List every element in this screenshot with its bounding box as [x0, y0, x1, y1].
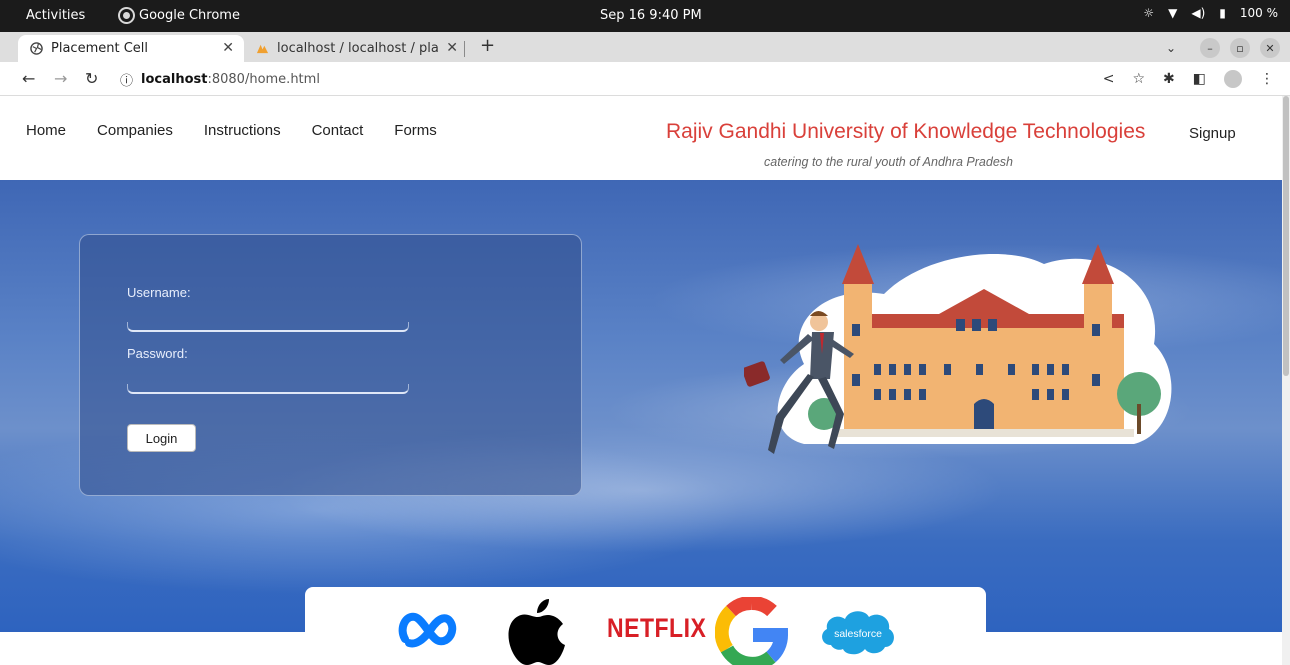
- login-button[interactable]: Login: [127, 424, 196, 452]
- battery-level: 100 %: [1239, 6, 1278, 20]
- username-label: Username:: [127, 285, 191, 300]
- tab-placement-cell[interactable]: Placement Cell ✕: [18, 35, 244, 62]
- tab-search-icon[interactable]: ⌄: [1166, 41, 1176, 55]
- meta-logo: [398, 612, 457, 648]
- restore-button[interactable]: ▫: [1230, 38, 1250, 58]
- forward-arrow-icon[interactable]: →: [54, 69, 67, 88]
- close-tab-icon[interactable]: ✕: [222, 40, 234, 56]
- signup-link[interactable]: Signup: [1189, 125, 1236, 142]
- page-scrollbar[interactable]: [1282, 96, 1290, 665]
- url-field[interactable]: ⓘ localhost:8080/home.html: [120, 70, 320, 89]
- nav-contact[interactable]: Contact: [312, 122, 364, 139]
- tab-strip: Placement Cell ✕ localhost / localhost /…: [0, 32, 1290, 62]
- close-window-button[interactable]: ✕: [1260, 38, 1280, 58]
- extensions-icon[interactable]: ✱: [1163, 71, 1175, 87]
- activities-button[interactable]: Activities: [26, 8, 85, 23]
- google-logo: [715, 597, 789, 665]
- sidepanel-icon[interactable]: ◧: [1193, 71, 1206, 87]
- globe-icon: [30, 42, 43, 55]
- apple-logo: [508, 599, 565, 665]
- password-label: Password:: [127, 346, 188, 361]
- tab-separator: [464, 41, 465, 57]
- right-tower: [1084, 284, 1112, 434]
- volume-icon: ◀): [1191, 6, 1206, 20]
- chrome-icon: [120, 9, 133, 22]
- tab-title: localhost / localhost / pla: [277, 41, 439, 56]
- app-menu[interactable]: Google Chrome: [120, 8, 240, 23]
- nav-home[interactable]: Home: [26, 122, 66, 139]
- tab-phpmyadmin[interactable]: localhost / localhost / pla ✕: [248, 35, 468, 62]
- minimize-button[interactable]: –: [1200, 38, 1220, 58]
- left-tower: [844, 284, 872, 434]
- window-controls: ⌄ – ▫ ✕: [1166, 38, 1280, 58]
- star-icon[interactable]: ☆: [1132, 71, 1145, 87]
- url-host: localhost: [141, 72, 208, 87]
- password-input[interactable]: [127, 384, 409, 394]
- clock[interactable]: Sep 16 9:40 PM: [600, 8, 702, 23]
- login-card: Username: Password: Login: [79, 234, 582, 496]
- nav-forms[interactable]: Forms: [394, 122, 437, 139]
- hero-section: Username: Password: Login: [0, 180, 1282, 632]
- entrance-door: [974, 399, 994, 429]
- tab-title: Placement Cell: [51, 41, 148, 56]
- share-icon[interactable]: <: [1103, 71, 1115, 87]
- tagline: catering to the rural youth of Andhra Pr…: [764, 155, 1013, 169]
- nav-companies[interactable]: Companies: [97, 122, 173, 139]
- phpmyadmin-icon: [256, 44, 269, 54]
- netflix-logo: NETFLIX: [607, 612, 707, 643]
- nav-instructions[interactable]: Instructions: [204, 122, 281, 139]
- toolbar-icons: < ☆ ✱ ◧ ⋮: [1103, 70, 1274, 88]
- os-top-bar: Activities Google Chrome Sep 16 9:40 PM …: [0, 0, 1290, 32]
- url-path: :8080/home.html: [207, 72, 320, 87]
- app-name: Google Chrome: [139, 8, 240, 23]
- profile-icon[interactable]: [1224, 70, 1242, 88]
- wifi-icon: ▼: [1168, 6, 1178, 20]
- address-bar-row: ← → ↻ ⓘ localhost:8080/home.html < ☆ ✱ ◧…: [0, 62, 1290, 96]
- scrollbar-thumb[interactable]: [1283, 96, 1289, 376]
- back-arrow-icon[interactable]: ←: [22, 69, 35, 88]
- salesforce-logo: salesforce: [822, 611, 894, 655]
- menu-icon[interactable]: ⋮: [1260, 71, 1274, 87]
- salesforce-text: salesforce: [834, 628, 882, 640]
- reload-icon[interactable]: ↻: [85, 69, 98, 88]
- new-tab-button[interactable]: +: [480, 35, 495, 56]
- username-input[interactable]: [127, 322, 409, 332]
- battery-icon: ▮: [1219, 6, 1226, 20]
- system-tray[interactable]: ☼ ▼ ◀) ▮ 100 %: [1143, 6, 1278, 20]
- university-title: Rajiv Gandhi University of Knowledge Tec…: [666, 120, 1146, 143]
- page-viewport: Home Companies Instructions Contact Form…: [0, 96, 1282, 665]
- campus-illustration: [744, 244, 1172, 454]
- brightness-icon: ☼: [1143, 6, 1155, 20]
- company-logos: NETFLIX salesforce: [305, 587, 986, 665]
- close-tab-icon[interactable]: ✕: [446, 40, 458, 56]
- main-nav: Home Companies Instructions Contact Form…: [26, 122, 437, 139]
- site-header: Home Companies Instructions Contact Form…: [0, 96, 1282, 180]
- info-icon[interactable]: ⓘ: [120, 70, 133, 89]
